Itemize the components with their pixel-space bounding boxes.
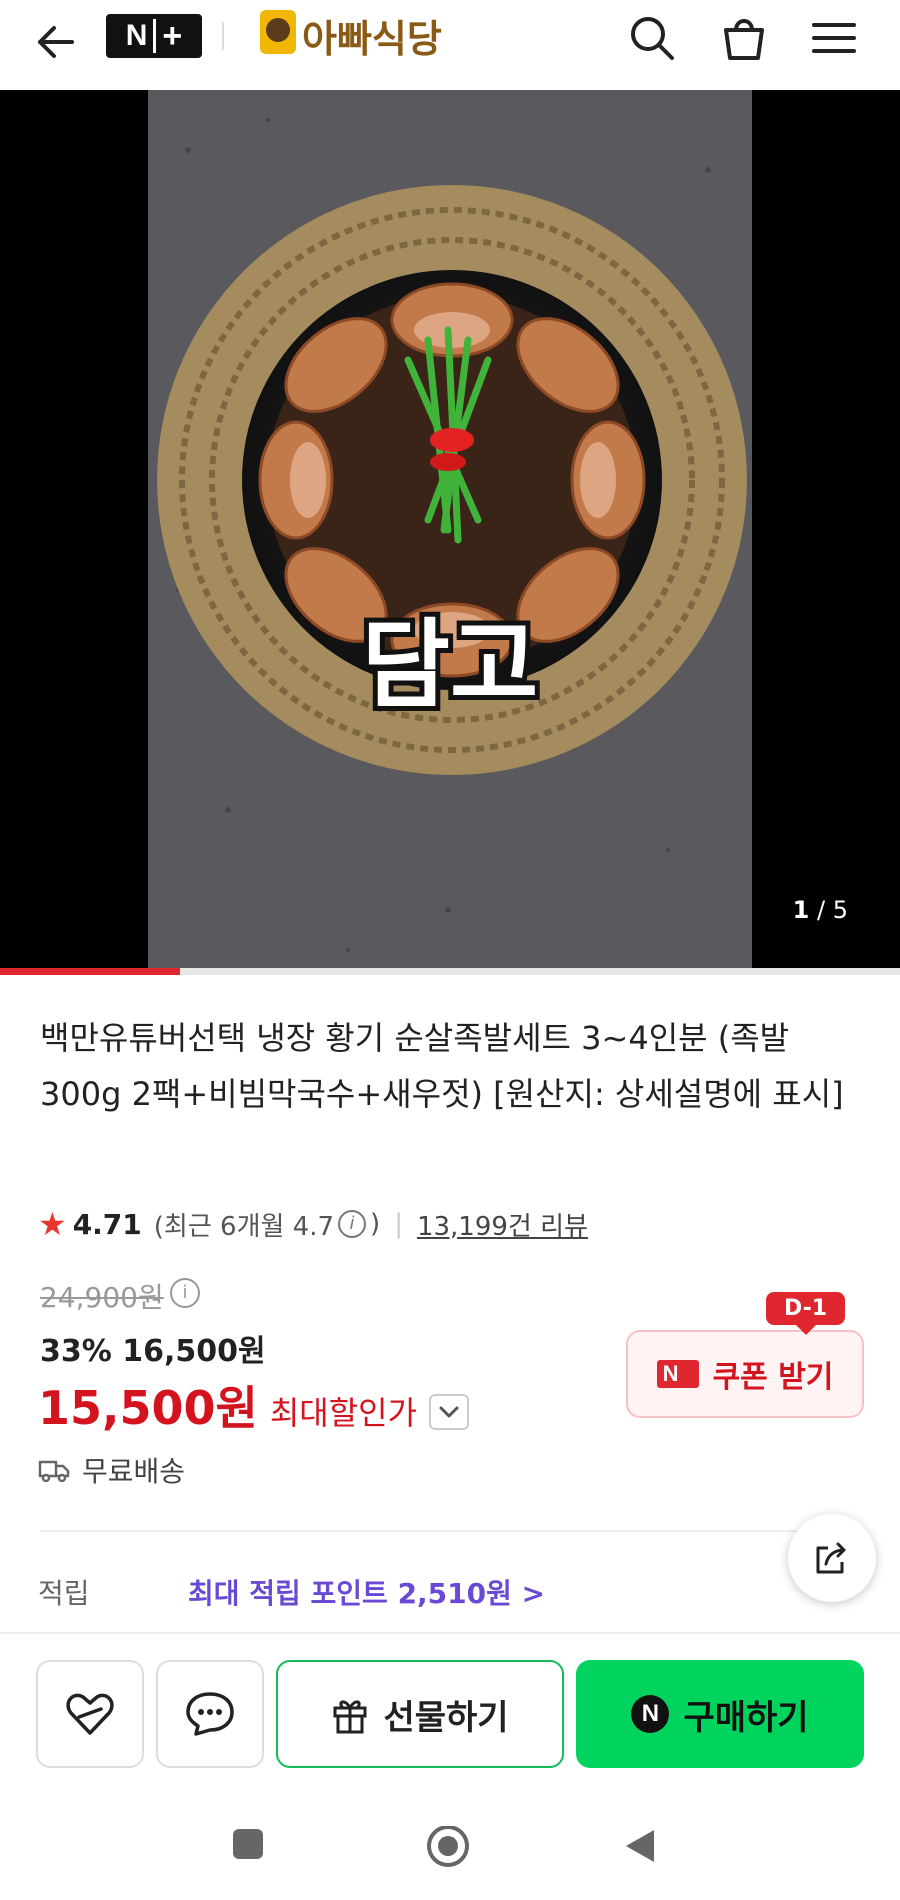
media-overlay-text: 담고 <box>362 609 539 721</box>
rating-recent-close: ) <box>370 1209 381 1239</box>
final-price-row: 15,500원 최대할인가 <box>38 1372 470 1438</box>
back-arrow-icon[interactable] <box>28 14 84 70</box>
final-price-label: 최대할인가 <box>269 1394 418 1432</box>
points-link[interactable]: 최대 적립 포인트 2,510원 > <box>188 1572 545 1612</box>
share-icon <box>816 1542 846 1574</box>
image-progress-bar <box>0 968 900 975</box>
buy-button[interactable]: N 구매하기 <box>576 1660 864 1768</box>
image-counter-total: / 5 <box>817 896 848 924</box>
review-count-link[interactable]: 13,199건 리뷰 <box>417 1206 588 1243</box>
naver-plus-plus: + <box>162 17 183 55</box>
chevron-down-icon[interactable] <box>429 1394 470 1430</box>
share-button[interactable] <box>788 1514 876 1602</box>
section-divider <box>40 1530 808 1532</box>
like-button[interactable] <box>36 1660 144 1768</box>
image-counter: 1 / 5 <box>793 896 848 924</box>
chat-bubble-icon <box>186 1692 234 1736</box>
rating-value: 4.71 <box>72 1207 142 1241</box>
search-icon[interactable] <box>622 8 682 68</box>
rating-recent: (최근 6개월 4.7 <box>153 1211 335 1242</box>
naver-plus-n: N <box>125 19 148 52</box>
header-divider <box>222 22 224 50</box>
image-progress-fill <box>0 968 180 975</box>
discount-price: 33% 16,500원 <box>40 1334 266 1369</box>
shipping-text: 무료배송 <box>82 1455 186 1488</box>
product-photo: 담고 <box>148 90 752 975</box>
star-icon: ★ <box>38 1205 67 1243</box>
points-label: 적립 <box>38 1577 90 1610</box>
system-navigation-bar <box>0 1786 900 1900</box>
naver-plus-logo[interactable]: N + <box>106 14 202 58</box>
naver-pay-icon: N <box>631 1695 670 1733</box>
points-row: 적립 최대 적립 포인트 2,510원 > <box>38 1572 838 1612</box>
recent-apps-icon[interactable] <box>230 1826 266 1862</box>
coupon-button[interactable]: N 쿠폰 받기 <box>626 1330 864 1418</box>
home-icon[interactable] <box>424 1826 472 1874</box>
store-logo-icon[interactable] <box>260 10 296 54</box>
shipping-row: 무료배송 <box>38 1450 185 1490</box>
naver-n-icon: N <box>656 1360 699 1388</box>
dday-badge: D-1 <box>766 1292 846 1335</box>
talk-button[interactable] <box>156 1660 264 1768</box>
top-header: N + 아빠식당 <box>0 0 900 90</box>
gift-label: 선물하기 <box>383 1697 509 1738</box>
gift-button[interactable]: 선물하기 <box>276 1660 564 1768</box>
price-info-icon[interactable]: i <box>170 1278 200 1308</box>
coupon-label: 쿠폰 받기 <box>712 1360 834 1395</box>
info-icon[interactable]: i <box>338 1210 367 1238</box>
menu-icon[interactable] <box>804 8 864 68</box>
shopping-bag-icon[interactable] <box>714 8 774 68</box>
product-image-carousel[interactable]: 담고 1 / 5 <box>0 90 900 975</box>
store-name[interactable]: 아빠식당 <box>302 8 442 63</box>
buy-label: 구매하기 <box>683 1697 809 1738</box>
truck-icon <box>38 1460 70 1483</box>
back-triangle-icon[interactable] <box>620 1826 660 1866</box>
image-counter-current: 1 <box>792 896 810 924</box>
gift-icon <box>333 1700 367 1734</box>
product-title: 백만유튜버선택 냉장 황기 순살족발세트 3~4인분 (족발300g 2팩+비빔… <box>40 1019 844 1113</box>
heart-icon <box>66 1693 114 1735</box>
bottom-action-bar: 선물하기 N 구매하기 <box>0 1632 900 1768</box>
rating-row: ★ 4.71 (최근 6개월 4.7 i ) | 13,199건 리뷰 <box>38 1204 588 1244</box>
original-price: 24,900원 <box>40 1281 164 1314</box>
rating-separator: | <box>394 1209 403 1239</box>
final-price: 15,500원 <box>38 1381 258 1435</box>
